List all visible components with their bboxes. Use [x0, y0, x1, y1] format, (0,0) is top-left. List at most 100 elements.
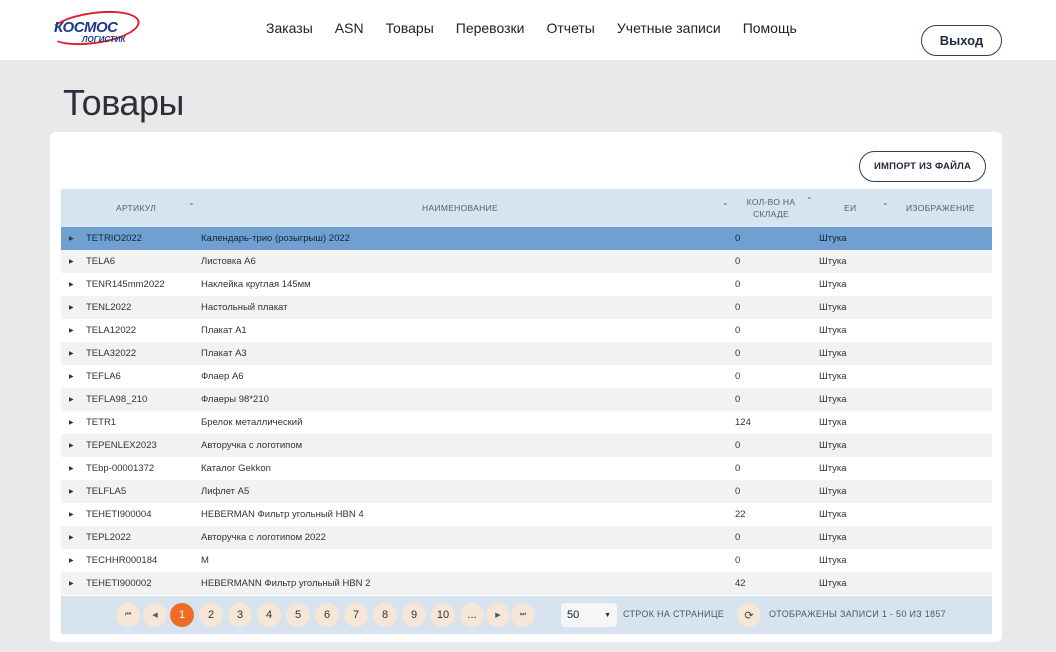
table-row[interactable]: ▶ TECHHR000184 M 0 Штука	[61, 549, 992, 572]
chevron-down-icon[interactable]: ⌄	[188, 198, 195, 207]
cell-sku: TETRIO2022	[86, 233, 142, 244]
cell-unit: Штука	[819, 417, 847, 428]
expand-arrow-icon[interactable]: ▶	[69, 503, 74, 526]
cell-sku: TENR145mm2022	[86, 279, 165, 290]
page-button[interactable]: 4	[257, 603, 281, 627]
last-page-icon[interactable]: ⏭	[511, 603, 535, 627]
table-row[interactable]: ▶ TELFLA5 Лифлет А5 0 Штука	[61, 480, 992, 503]
cell-unit: Штука	[819, 279, 847, 290]
cell-sku: TEbp-00001372	[86, 463, 155, 474]
page-button[interactable]: 7	[344, 603, 368, 627]
expand-arrow-icon[interactable]: ▶	[69, 457, 74, 480]
expand-arrow-icon[interactable]: ▶	[69, 549, 74, 572]
cell-name: Календарь-трио (розыгрыш) 2022	[201, 233, 350, 244]
nav-products[interactable]: Товары	[375, 20, 445, 36]
nav-orders[interactable]: Заказы	[255, 20, 324, 36]
refresh-icon[interactable]: ⟳	[737, 603, 761, 627]
page-size-value: 50	[567, 609, 580, 621]
page-button[interactable]: 3	[228, 603, 252, 627]
expand-arrow-icon[interactable]: ▶	[69, 250, 74, 273]
first-page-icon[interactable]: ⏮	[116, 603, 140, 627]
column-name[interactable]: НАИМЕНОВАНИЕ	[422, 189, 498, 227]
page-button[interactable]: 2	[199, 603, 223, 627]
table-row[interactable]: ▶ TEPL2022 Авторучка с логотипом 2022 0 Штук…	[61, 526, 992, 549]
page-more-button[interactable]: ...	[460, 603, 484, 627]
expand-arrow-icon[interactable]: ▶	[69, 319, 74, 342]
table-body: ▶ TETRIO2022 Календарь-трио (розыгрыш) 202…	[61, 227, 992, 595]
expand-arrow-icon[interactable]: ▶	[69, 411, 74, 434]
cell-sku: TEPENLEX2023	[86, 440, 157, 451]
table-row[interactable]: ▶ TELA6 Листовка А6 0 Штука	[61, 250, 992, 273]
expand-arrow-icon[interactable]: ▶	[69, 480, 74, 503]
pagination-bar: ⏮ ◀ 1 2 3 4 5 6 7 8 9 10... ▶ ⏭ 50 ▼ СТРОК НА СТР…	[61, 596, 992, 634]
expand-arrow-icon[interactable]: ▶	[69, 365, 74, 388]
expand-arrow-icon[interactable]: ▶	[69, 227, 74, 250]
cell-unit: Штука	[819, 578, 847, 589]
expand-arrow-icon[interactable]: ▶	[69, 526, 74, 549]
column-qty-line2: СКЛАДЕ	[753, 209, 789, 219]
table-row[interactable]: ▶ TEHETI900002 HEBERMANN Фильтр угольный H…	[61, 572, 992, 595]
cell-name: Брелок металлический	[201, 417, 303, 428]
cell-name: Флаер А6	[201, 371, 244, 382]
cell-name: Авторучка с логотипом 2022	[201, 532, 326, 543]
expand-arrow-icon[interactable]: ▶	[69, 388, 74, 411]
chevron-down-icon[interactable]: ⌄	[882, 198, 889, 207]
table-row[interactable]: ▶ TENL2022 Настольный плакат 0 Штука	[61, 296, 992, 319]
table-row[interactable]: ▶ TEFLA6 Флаер А6 0 Штука	[61, 365, 992, 388]
page-button[interactable]: 10	[431, 603, 455, 627]
cell-qty: 0	[735, 440, 741, 451]
page-button[interactable]: 5	[286, 603, 310, 627]
column-qty[interactable]: КОЛ-ВО НА СКЛАДЕ	[741, 189, 801, 227]
table-row[interactable]: ▶ TETR1 Брелок металлический 124 Штука	[61, 411, 992, 434]
table-row[interactable]: ▶ TELA32022 Плакат А3 0 Штука	[61, 342, 992, 365]
expand-arrow-icon[interactable]: ▶	[69, 342, 74, 365]
table-row[interactable]: ▶ TEPENLEX2023 Авторучка с логотипом 0 Штука	[61, 434, 992, 457]
table-row[interactable]: ▶ TEbp-00001372 Каталог Gekkon 0 Штука	[61, 457, 992, 480]
logo-line1: КОСМОС	[54, 19, 118, 36]
next-page-icon[interactable]: ▶	[486, 603, 510, 627]
table-row[interactable]: ▶ TEFLA98_210 Флаеры 98*210 0 Штука	[61, 388, 992, 411]
cell-unit: Штука	[819, 233, 847, 244]
cell-name: Плакат А3	[201, 348, 247, 359]
chevron-down-icon[interactable]: ⌄	[806, 192, 813, 201]
table-row[interactable]: ▶ TETRIO2022 Календарь-трио (розыгрыш) 202…	[61, 227, 992, 250]
page-size-select[interactable]: 50 ▼	[561, 603, 617, 627]
cell-unit: Штука	[819, 325, 847, 336]
kosmos-logo[interactable]: КОСМОС ЛОГИСТИК	[46, 5, 144, 51]
page-button[interactable]: 8	[373, 603, 397, 627]
cell-qty: 0	[735, 233, 741, 244]
logo-line2: ЛОГИСТИК	[82, 35, 126, 44]
nav-accounts[interactable]: Учетные записи	[606, 20, 732, 36]
chevron-down-icon[interactable]: ⌄	[722, 198, 729, 207]
nav-help[interactable]: Помощь	[732, 20, 808, 36]
logout-button[interactable]: Выход	[921, 25, 1002, 56]
nav-reports[interactable]: Отчеты	[535, 20, 605, 36]
expand-arrow-icon[interactable]: ▶	[69, 572, 74, 595]
table-row[interactable]: ▶ TENR145mm2022 Наклейка круглая 145мм 0 Шту…	[61, 273, 992, 296]
cell-sku: TELA32022	[86, 348, 137, 359]
page-title: Товары	[63, 82, 184, 123]
cell-qty: 0	[735, 348, 741, 359]
cell-qty: 0	[735, 555, 741, 566]
table-row[interactable]: ▶ TEHETI900004 HEBERMAN Фильтр угольный HB…	[61, 503, 992, 526]
cell-qty: 0	[735, 325, 741, 336]
page-button[interactable]: 9	[402, 603, 426, 627]
expand-arrow-icon[interactable]: ▶	[69, 434, 74, 457]
prev-page-icon[interactable]: ◀	[143, 603, 167, 627]
column-unit[interactable]: ЕИ	[844, 189, 856, 227]
nav-asn[interactable]: ASN	[324, 20, 375, 36]
column-sku[interactable]: АРТИКУЛ	[116, 189, 156, 227]
import-file-button[interactable]: ИМПОРТ ИЗ ФАЙЛА	[859, 151, 986, 182]
cell-unit: Штука	[819, 509, 847, 520]
expand-arrow-icon[interactable]: ▶	[69, 273, 74, 296]
expand-arrow-icon[interactable]: ▶	[69, 296, 74, 319]
page-button[interactable]: 1	[170, 603, 194, 627]
cell-name: Авторучка с логотипом	[201, 440, 303, 451]
cell-qty: 0	[735, 532, 741, 543]
nav-shipments[interactable]: Перевозки	[445, 20, 536, 36]
cell-qty: 22	[735, 509, 746, 520]
table-row[interactable]: ▶ TELA12022 Плакат А1 0 Штука	[61, 319, 992, 342]
column-image[interactable]: ИЗОБРАЖЕНИЕ	[906, 189, 975, 227]
page-button[interactable]: 6	[315, 603, 339, 627]
cell-unit: Штука	[819, 348, 847, 359]
